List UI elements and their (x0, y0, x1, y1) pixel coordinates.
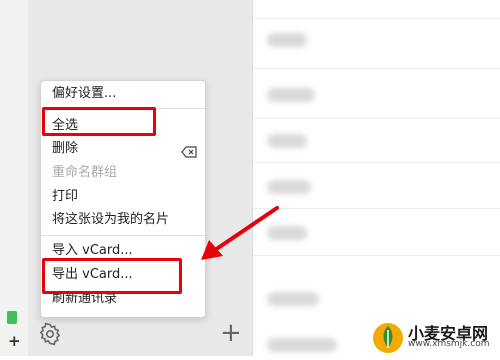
contact-row[interactable] (267, 292, 319, 306)
contact-row[interactable] (267, 180, 311, 194)
red-arrow-icon (195, 200, 285, 270)
contact-row[interactable] (267, 88, 315, 102)
delete-key-icon (181, 143, 197, 158)
menu-item-rename-group: 重命名群组 (52, 165, 118, 180)
menu-item-delete[interactable]: 删除 (52, 141, 78, 157)
menu-item-import-vcard[interactable]: 导入 vCard... (52, 243, 133, 259)
contact-row[interactable] (267, 134, 307, 148)
export-vcard-highlight-box (42, 258, 182, 294)
menu-item-preferences[interactable]: 偏好设置... (52, 86, 116, 102)
add-contact-button[interactable]: + (220, 320, 242, 346)
gear-icon[interactable] (38, 322, 62, 346)
add-group-button[interactable]: + (8, 334, 21, 349)
contact-row[interactable] (267, 338, 337, 352)
contacts-list (252, 0, 500, 356)
contact-row[interactable] (267, 33, 307, 47)
menu-divider (41, 235, 205, 236)
select-all-highlight-box (42, 107, 156, 136)
menu-item-print[interactable]: 打印 (52, 189, 78, 205)
watermark-url: www.xmsmjk.com (408, 339, 490, 349)
left-sidebar-strip (0, 0, 29, 356)
battery-icon (7, 311, 17, 324)
menu-item-set-my-card[interactable]: 将这张设为我的名片 (52, 212, 169, 228)
